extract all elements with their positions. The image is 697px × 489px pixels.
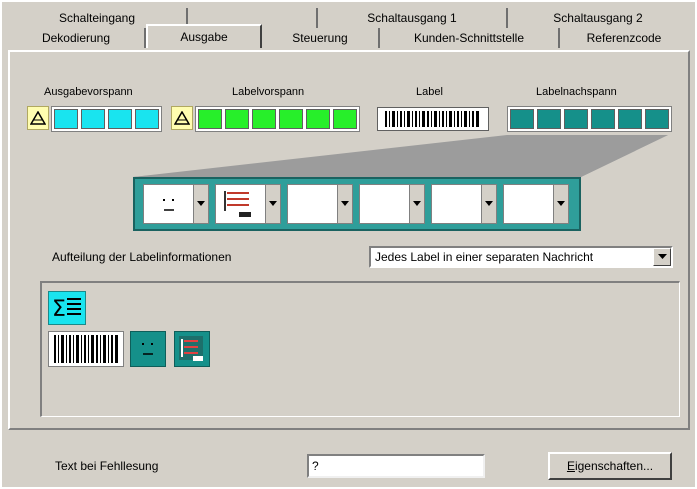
sum-icon[interactable]: Σ	[48, 291, 86, 325]
dropdown-arrow-icon[interactable]	[266, 185, 280, 223]
empty-slot	[432, 185, 482, 223]
labelinfo-listbox[interactable]: Σ	[40, 281, 680, 417]
face-icon[interactable]	[130, 331, 166, 367]
slot[interactable]	[287, 184, 353, 224]
aufteilung-combobox[interactable]: Jedes Label in einer separaten Nachricht	[369, 246, 673, 268]
face-icon	[144, 185, 194, 223]
dropdown-arrow-icon[interactable]	[482, 185, 496, 223]
list-icon	[216, 185, 266, 223]
screenshot-root: Schalteingang Schaltausgang 1 Schaltausg…	[0, 0, 697, 489]
barcode-icon[interactable]	[48, 331, 124, 367]
button-label-post: igenschaften...	[574, 459, 654, 473]
chevron-down-icon[interactable]	[653, 248, 671, 266]
dropdown-arrow-icon[interactable]	[410, 185, 424, 223]
fehllesung-input[interactable]: ?	[307, 454, 485, 478]
dropdown-arrow-icon[interactable]	[194, 185, 208, 223]
combobox-value: Jedes Label in einer separaten Nachricht	[375, 250, 594, 264]
slot[interactable]	[359, 184, 425, 224]
empty-slot	[360, 185, 410, 223]
svg-text:Σ: Σ	[52, 297, 66, 322]
slot[interactable]	[143, 184, 209, 224]
eigenschaften-button[interactable]: Eigenschaften...	[548, 452, 672, 480]
button-label-accelerator: E	[566, 459, 575, 473]
empty-slot	[504, 185, 554, 223]
slot[interactable]	[503, 184, 569, 224]
dropdown-arrow-icon[interactable]	[554, 185, 568, 223]
dropdown-arrow-icon[interactable]	[338, 185, 352, 223]
slot[interactable]	[215, 184, 281, 224]
empty-slot	[288, 185, 338, 223]
list-icon[interactable]	[174, 331, 210, 367]
slot[interactable]	[431, 184, 497, 224]
fehllesung-label: Text bei Fehllesung	[55, 459, 159, 473]
aufteilung-label: Aufteilung der Labelinformationen	[52, 250, 232, 264]
labelnachspann-detail-strip	[133, 177, 581, 231]
